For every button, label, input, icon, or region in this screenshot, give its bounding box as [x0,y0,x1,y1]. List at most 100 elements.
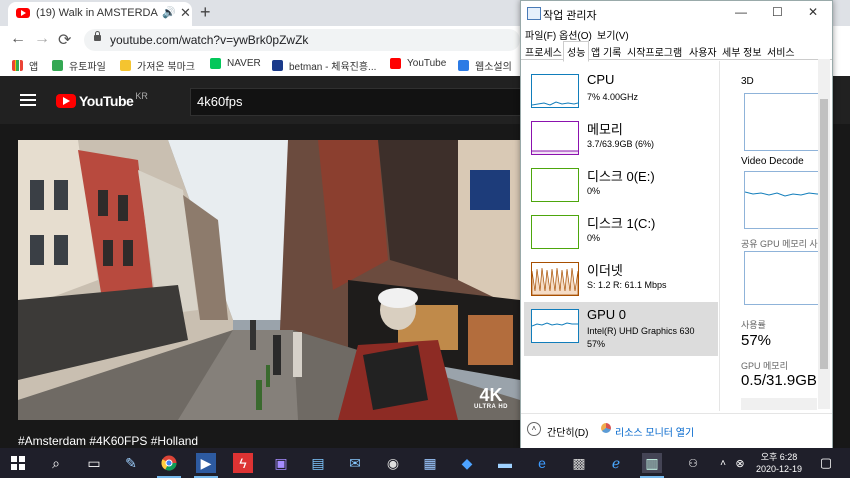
scrollbar-thumb[interactable] [820,99,828,369]
mail-icon[interactable]: ✉ [345,453,365,473]
gpu-detail-panel: 3D Video Decode 공유 GPU 메모리 사 사용률 57% GPU… [731,59,831,411]
screen-icon[interactable]: ▬ [495,453,515,473]
bookmark-apps[interactable]: 앱 [12,58,38,73]
lock-icon [94,31,101,41]
bookmark-utofile[interactable]: 유토파일 [52,58,106,73]
media-player-icon[interactable]: ▶ [196,453,216,473]
youtube-favicon-icon [16,8,30,18]
resource-item-cpu[interactable]: CPU 7% 4.00GHz [524,67,718,121]
chrome-icon[interactable] [159,453,179,473]
address-bar[interactable]: youtube.com/watch?v=ywBrk0pZwZk [84,29,520,51]
speaker-icon[interactable]: 🔊 [162,6,176,19]
windows-start-icon[interactable] [8,453,28,473]
video-player[interactable]: 4K ULTRA HD [18,140,520,420]
volume-muted-icon[interactable]: ⊗ [730,453,750,473]
menu-file[interactable]: 파일(F) [525,27,556,42]
menu-view[interactable]: 보기(V) [597,27,629,42]
vertical-scrollbar[interactable] [818,59,830,409]
task-manager-footer: ˄ 간단히(D) 리소스 모니터 열기 [521,413,832,450]
new-tab-button[interactable]: + [200,2,211,23]
youtube-play-logo-icon [56,94,76,108]
tab-startup[interactable]: 시작프로그램 [627,44,682,59]
hamburger-menu-icon[interactable] [20,94,36,109]
menu-options[interactable]: 옵션(O) [559,27,592,42]
engine-video-decode-graph [744,171,828,229]
naver-icon [210,58,221,69]
notification-icon[interactable]: ▢ [816,453,836,473]
task-view-icon[interactable]: ▭ [84,453,104,473]
network-icon[interactable]: ◉ [383,453,403,473]
tab-performance[interactable]: 성능 [563,41,590,62]
monitor-icon[interactable]: ▦ [420,453,440,473]
dropbox-icon[interactable]: ◆ [457,453,477,473]
video-frame-street-scene [18,140,520,420]
bookmark-imported[interactable]: 가져온 북마크 [120,58,195,73]
bookmark-naver[interactable]: NAVER [210,58,261,69]
4k-ultra-hd-badge: 4K ULTRA HD [474,385,508,410]
tab-close-icon[interactable]: ✕ [180,5,191,21]
forward-button[interactable]: → [34,30,50,48]
reload-button[interactable]: ⟳ [58,30,71,50]
bookmark-webnovel[interactable]: 웹소설의 [458,58,512,73]
maximize-button[interactable]: ☐ [772,5,783,19]
performance-resource-list: CPU 7% 4.00GHz 메모리 3.7/63.9GB (6%) 디스크 0… [521,61,719,411]
windows-taskbar: ⌕ ▭ ✎ ▶ ϟ ▣ ▤ ✉ ◉ ▦ ◆ ▬ e ▩ ℯ ▥ ⚇ ˄ ⊗ 오후… [0,448,850,478]
system-clock[interactable]: 오후 6:28 2020-12-19 [750,451,808,475]
edge-icon[interactable]: e [532,453,552,473]
tab-services[interactable]: 서비스 [767,44,795,59]
search-icon[interactable]: ⌕ [46,453,66,473]
engine-video-decode-label[interactable]: Video Decode [741,156,804,167]
search-query[interactable]: 4k60fps [197,94,243,109]
task-manager-titlebar[interactable]: 작업 관리자 — ☐ ✕ [521,1,832,25]
tab-details[interactable]: 세부 정보 [722,44,762,59]
shared-gpu-memory-label: 공유 GPU 메모리 사 [741,239,818,249]
back-button[interactable]: ← [10,30,26,48]
minimize-button[interactable]: — [735,5,747,19]
apps-grid-icon [12,60,23,71]
resource-item-disk-1[interactable]: 디스크 1(C:) 0% [524,208,718,262]
flash-icon[interactable]: ϟ [233,453,253,473]
youtube-icon [390,58,401,69]
panel-divider[interactable] [719,61,720,411]
task-manager-taskbar-icon[interactable]: ▥ [642,453,662,473]
disk0-thumbnail-graph [531,168,579,202]
youtube-search-input[interactable]: 4k60fps [190,88,532,116]
clock-date: 2020-12-19 [755,464,803,474]
usage-label: 사용률 [741,320,766,330]
tab-strip: 프로세스 성능 앱 기록 시작프로그램 사용자 세부 정보 서비스 [521,41,832,62]
tab-processes[interactable]: 프로세스 [525,44,562,59]
notes-icon[interactable]: ▤ [308,453,328,473]
tab-app-history[interactable]: 앱 기록 [591,44,621,59]
usage-value: 57% [741,332,772,349]
gpu-memory-label: GPU 메모리 [741,361,788,371]
video-hashtags[interactable]: #Amsterdam #4K60FPS #Holland [18,434,198,448]
betman-icon [272,60,283,71]
window-title: 작업 관리자 [543,10,597,22]
cpu-thumbnail-graph [531,74,579,108]
tab-youtube-video[interactable]: (19) Walk in AMSTERDAM, Ne... 🔊 ✕ [8,2,192,26]
bookmark-youtube[interactable]: YouTube [390,58,446,69]
fewer-details-button[interactable]: 간단히(D) [547,424,588,439]
resource-item-gpu-0[interactable]: GPU 0 Intel(R) UHD Graphics 630 57% [524,302,718,356]
chevron-up-icon[interactable]: ˄ [527,422,541,436]
url-text[interactable]: youtube.com/watch?v=ywBrk0pZwZk [110,33,308,47]
engine-3d-label[interactable]: 3D [741,76,754,87]
people-icon[interactable]: ⚇ [683,453,703,473]
bookmark-betman[interactable]: betman - 체육진흥... [272,58,376,73]
horizontal-scrollbar[interactable] [741,398,817,410]
webnovel-icon [458,60,469,71]
gpu-thumbnail-graph [531,309,579,343]
resource-item-disk-0[interactable]: 디스크 0(E:) 0% [524,161,718,215]
bookmark-icon [52,60,63,71]
open-resource-monitor-link[interactable]: 리소스 모니터 열기 [615,424,694,439]
resource-item-ethernet[interactable]: 이더넷 S: 1.2 R: 61.1 Mbps [524,255,718,309]
resource-item-memory[interactable]: 메모리 3.7/63.9GB (6%) [524,114,718,168]
chip-icon[interactable]: ▣ [271,453,291,473]
paint-icon[interactable]: ✎ [121,453,141,473]
ie-icon[interactable]: ℯ [606,453,626,473]
tab-users[interactable]: 사용자 [689,44,717,59]
youtube-logo[interactable]: YouTube KR [56,91,148,109]
calculator-icon[interactable]: ▩ [569,453,589,473]
close-button[interactable]: ✕ [808,5,818,19]
menu-bar: 파일(F) 옵션(O) 보기(V) [521,25,832,42]
